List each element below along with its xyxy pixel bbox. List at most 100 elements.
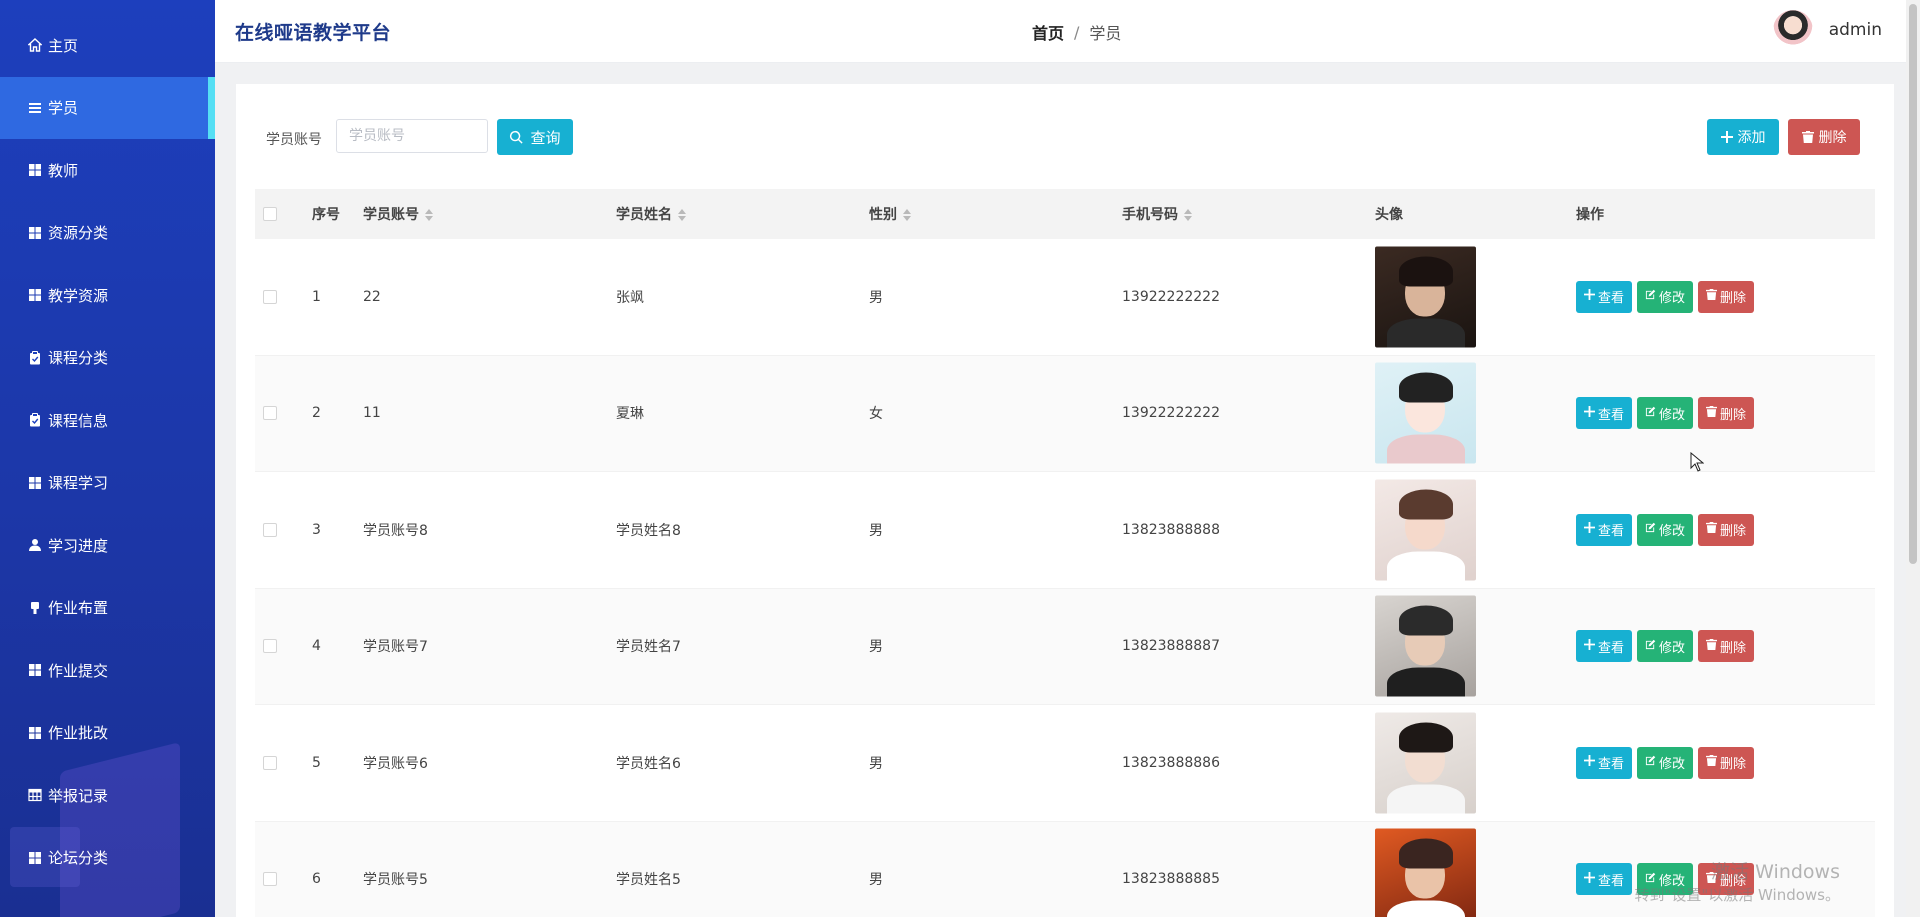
avatar-thumbnail[interactable]: [1375, 362, 1476, 464]
delete-button[interactable]: 删除: [1698, 397, 1754, 430]
col-account[interactable]: 学员账号: [363, 204, 433, 224]
row-index: 4: [312, 638, 321, 655]
sidebar-item-0[interactable]: 主页: [0, 14, 215, 77]
table-row: 2 11 夏琳 女 13922222222 查看 修改 删除: [255, 355, 1875, 472]
table-row: 6 学员账号5 学员姓名5 男 13823888885 查看 修改 删除: [255, 821, 1875, 917]
avatar-thumbnail[interactable]: [1375, 246, 1476, 348]
view-button[interactable]: 查看: [1576, 863, 1632, 896]
edit-icon: [1645, 522, 1659, 537]
delete-button[interactable]: 删除: [1698, 746, 1754, 779]
delete-button[interactable]: 删除: [1698, 630, 1754, 663]
sort-icon[interactable]: [678, 209, 686, 221]
sidebar-item-2[interactable]: 教师: [0, 139, 215, 202]
sidebar-item-1[interactable]: 学员: [0, 76, 215, 139]
row-avatar-image[interactable]: [1375, 479, 1476, 581]
view-button[interactable]: 查看: [1576, 397, 1632, 430]
query-button[interactable]: 查询: [497, 119, 573, 155]
sidebar-item-label: 资源分类: [48, 224, 109, 243]
edit-button[interactable]: 修改: [1637, 397, 1693, 430]
user-avatar[interactable]: [1772, 10, 1813, 50]
view-button[interactable]: 查看: [1576, 513, 1632, 546]
avatar-thumbnail[interactable]: [1375, 712, 1476, 814]
row-avatar-image[interactable]: [1375, 595, 1476, 697]
row-index: 6: [312, 871, 321, 888]
edit-button[interactable]: 修改: [1637, 746, 1693, 779]
sidebar-item-5[interactable]: 课程分类: [0, 327, 215, 390]
col-index: 序号: [312, 207, 340, 223]
sidebar-item-label: 教师: [48, 161, 79, 180]
view-button-label: 查看: [1597, 291, 1624, 307]
row-checkbox[interactable]: [263, 872, 277, 887]
col-avatar: 头像: [1375, 207, 1403, 223]
breadcrumb-separator: /: [1074, 22, 1080, 42]
row-avatar-image[interactable]: [1375, 828, 1476, 917]
delete-button[interactable]: 删除: [1698, 513, 1754, 546]
sidebar-item-9[interactable]: 作业布置: [0, 577, 215, 640]
col-name[interactable]: 学员姓名: [616, 204, 686, 224]
sort-icon[interactable]: [903, 209, 911, 221]
sidebar-item-8[interactable]: 学习进度: [0, 514, 215, 577]
avatar-thumbnail[interactable]: [1375, 828, 1476, 917]
breadcrumb-home[interactable]: 首页: [1032, 20, 1064, 44]
student-account-search-input[interactable]: [336, 119, 488, 153]
sidebar-item-4[interactable]: 教学资源: [0, 264, 215, 327]
row-avatar-image[interactable]: [1375, 362, 1476, 464]
row-checkbox[interactable]: [263, 406, 277, 421]
edit-button[interactable]: 修改: [1637, 280, 1693, 313]
batch-delete-button[interactable]: 删除: [1788, 119, 1860, 155]
trash-icon: [1705, 522, 1720, 537]
query-button-label: 查询: [530, 128, 561, 147]
plus-icon: [1583, 289, 1598, 304]
col-actions: 操作: [1576, 207, 1604, 223]
sidebar-item-7[interactable]: 课程学习: [0, 452, 215, 515]
row-checkbox[interactable]: [263, 522, 277, 537]
page-scrollbar[interactable]: [1906, 0, 1920, 917]
row-checkbox[interactable]: [263, 639, 277, 654]
sidebar-item-12[interactable]: 举报记录: [0, 764, 215, 827]
sidebar-item-6[interactable]: 课程信息: [0, 389, 215, 452]
user-icon: [28, 538, 42, 552]
sidebar-item-10[interactable]: 作业提交: [0, 639, 215, 702]
edit-button-label: 修改: [1658, 407, 1685, 423]
row-gender: 男: [869, 755, 883, 772]
sidebar: 主页学员教师资源分类教学资源课程分类课程信息 课程学习 学习进度 作业布置 作业提交 作业…: [0, 0, 215, 917]
sort-icon[interactable]: [425, 209, 433, 221]
row-account: 学员账号6: [363, 755, 428, 772]
row-checkbox[interactable]: [263, 289, 277, 304]
avatar-thumbnail[interactable]: [1375, 479, 1476, 581]
sidebar-item-label: 论坛分类: [48, 849, 109, 868]
avatar-thumbnail[interactable]: [1375, 595, 1476, 697]
sort-icon[interactable]: [1184, 209, 1192, 221]
view-button-label: 查看: [1597, 757, 1624, 773]
user-menu[interactable]: admin: [1772, 10, 1882, 50]
scrollbar-thumb[interactable]: [1909, 4, 1917, 564]
row-avatar-image[interactable]: [1375, 712, 1476, 814]
sidebar-item-label: 学员: [48, 99, 79, 118]
row-index: 1: [312, 288, 321, 305]
view-button[interactable]: 查看: [1576, 746, 1632, 779]
edit-button[interactable]: 修改: [1637, 630, 1693, 663]
row-account: 学员账号7: [363, 639, 428, 656]
edit-button[interactable]: 修改: [1637, 513, 1693, 546]
sidebar-item-13[interactable]: 论坛分类: [0, 827, 215, 890]
row-account: 学员账号5: [363, 872, 428, 889]
row-avatar-image[interactable]: [1375, 246, 1476, 348]
sidebar-item-label: 举报记录: [48, 786, 109, 805]
select-all-checkbox[interactable]: [263, 207, 277, 221]
view-button[interactable]: 查看: [1576, 280, 1632, 313]
col-gender[interactable]: 性别: [869, 204, 911, 224]
view-button-label: 查看: [1597, 407, 1624, 423]
add-button[interactable]: 添加: [1707, 119, 1779, 155]
sidebar-item-3[interactable]: 资源分类: [0, 202, 215, 265]
row-checkbox[interactable]: [263, 755, 277, 770]
trash-icon: [1705, 638, 1720, 654]
row-actions: 查看 修改 删除: [1576, 513, 1754, 546]
delete-button[interactable]: 删除: [1698, 280, 1754, 313]
add-button-label: 添加: [1737, 130, 1766, 146]
sidebar-item-11[interactable]: 作业批改: [0, 702, 215, 765]
view-button[interactable]: 查看: [1576, 630, 1632, 663]
user-name[interactable]: admin: [1829, 20, 1882, 40]
col-phone[interactable]: 手机号码: [1122, 204, 1192, 224]
row-name: 学员姓名7: [616, 639, 681, 656]
sidebar-item-label: 课程分类: [48, 349, 109, 368]
